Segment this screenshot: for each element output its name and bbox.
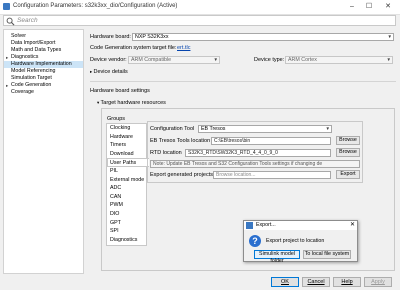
export-projects-label: Export generated projects <box>150 172 213 178</box>
groups-label: Groups <box>107 116 126 122</box>
tree-item-label: Hardware Implementation <box>11 61 72 67</box>
tree-item-label: Model Referencing <box>11 68 56 74</box>
eb-location-field[interactable]: C:\EB\tresos\bin <box>211 137 331 145</box>
target-file-label: Code Generation system target file: <box>90 45 177 51</box>
apply-label: Apply <box>371 279 385 285</box>
chevron-down-icon: ▼ <box>213 57 218 62</box>
tree-item-label: Data Import/Export <box>11 40 56 46</box>
device-vendor-value: ARM Compatible <box>131 57 172 63</box>
config-tool-dropdown[interactable]: EB Tresos ▼ <box>198 125 332 133</box>
device-vendor-dropdown[interactable]: ARM Compatible ▼ <box>128 56 220 64</box>
tree-item-label: Solver <box>11 33 27 39</box>
search-placeholder: Search <box>17 17 38 24</box>
eb-location-label: EB Tresos Tools location <box>150 138 211 144</box>
local-file-system-button[interactable]: To local file system <box>303 250 351 259</box>
cancel-label: Cancel <box>307 279 325 285</box>
apply-button[interactable]: Apply <box>364 277 392 287</box>
export-location-field[interactable]: Browse location... <box>213 171 331 179</box>
board-settings-heading: Hardware board settings <box>90 88 150 94</box>
chevron-down-icon: ▼ <box>325 126 330 131</box>
rtd-location-label: RTD location <box>150 150 182 156</box>
tree-item-math-data-types[interactable]: Math and Data Types <box>4 47 83 54</box>
tree-item-label: Coverage <box>11 89 34 95</box>
help-button[interactable]: Help <box>333 277 361 287</box>
rtd-location-field[interactable]: S32K3_RTD\SW32K3_RTD_4_4_0_9_0 <box>185 149 331 157</box>
chevron-down-icon: ▼ <box>387 34 392 39</box>
app-icon <box>3 3 10 10</box>
window-title: Configuration Parameters: s32k3xx_dio/Co… <box>13 3 178 9</box>
group-item-diagnostics[interactable]: Diagnostics <box>108 236 147 245</box>
dialog-app-icon <box>246 222 253 229</box>
tree-item-code-generation[interactable]: ▸ Code Generation <box>4 82 83 89</box>
device-details-label: Device details <box>93 69 128 75</box>
search-icon <box>6 17 15 26</box>
device-details-toggle[interactable]: ▸ Device details <box>90 69 128 75</box>
title-bar: Configuration Parameters: s32k3xx_dio/Co… <box>0 0 400 15</box>
simulink-model-folder-button[interactable]: Simulink model folder <box>254 250 300 264</box>
device-type-dropdown[interactable]: ARM Cortex ▼ <box>285 56 393 64</box>
cancel-button[interactable]: Cancel <box>302 277 330 287</box>
search-box[interactable]: Search <box>3 15 396 26</box>
export-button[interactable]: Export <box>336 170 360 179</box>
target-resources-toggle[interactable]: ▾ Target hardware resources <box>97 100 166 106</box>
hardware-board-label: Hardware board: <box>90 34 131 40</box>
device-vendor-label: Device vendor: <box>90 57 127 63</box>
tree-item-model-referencing[interactable]: Model Referencing <box>4 68 83 75</box>
tree-item-data-import-export[interactable]: Data Import/Export <box>4 40 83 47</box>
ok-label: OK <box>281 279 289 285</box>
target-resources-label: Target hardware resources <box>100 100 166 106</box>
chevron-down-icon: ▼ <box>386 57 391 62</box>
divider <box>90 81 396 82</box>
help-label: Help <box>341 279 353 285</box>
minimize-button[interactable]: – <box>345 2 359 12</box>
eb-browse-button[interactable]: Browse <box>336 136 360 145</box>
groups-list: Clocking Hardware Timers Download User P… <box>106 123 149 246</box>
export-dialog: Export... ✕ ? Export project to location… <box>243 220 358 264</box>
tree-item-label: Math and Data Types <box>11 47 62 53</box>
ok-button[interactable]: OK <box>271 277 299 287</box>
hardware-board-dropdown[interactable]: NXP S32K3xx ▼ <box>132 33 394 41</box>
dialog-title: Export... <box>256 222 276 228</box>
tree-item-label: Simulation Target <box>11 75 52 81</box>
hardware-board-value: NXP S32K3xx <box>135 34 169 40</box>
device-type-label: Device type: <box>254 57 285 63</box>
config-tool-value: EB Tresos <box>201 126 226 132</box>
tree-item-hardware-implementation[interactable]: Hardware Implementation <box>4 61 83 68</box>
maximize-button[interactable]: ☐ <box>362 2 376 12</box>
device-type-value: ARM Cortex <box>288 57 317 63</box>
close-button[interactable]: ✕ <box>381 2 395 12</box>
settings-note: Note: Update EB Tresos and S32 Configura… <box>150 160 360 168</box>
dialog-message: Export project to location <box>266 238 325 244</box>
rtd-browse-button[interactable]: Browse <box>336 148 360 157</box>
config-tool-label: Configuration Tool <box>150 126 195 132</box>
target-file-link[interactable]: ert.tlc <box>177 45 190 51</box>
tree-item-simulation-target[interactable]: Simulation Target <box>4 75 83 82</box>
question-icon: ? <box>249 235 261 247</box>
dialog-close-button[interactable]: ✕ <box>350 221 355 228</box>
tree-item-coverage[interactable]: Coverage <box>4 89 83 96</box>
tree-item-solver[interactable]: Solver <box>4 33 83 40</box>
tree-item-diagnostics[interactable]: ▸ Diagnostics <box>4 54 83 61</box>
category-tree: Solver Data Import/Export Math and Data … <box>3 29 84 274</box>
chevron-right-icon[interactable]: ▸ <box>6 82 8 89</box>
tree-item-label: Diagnostics <box>11 54 39 60</box>
tree-item-label: Code Generation <box>11 82 52 88</box>
chevron-right-icon[interactable]: ▸ <box>6 54 8 61</box>
